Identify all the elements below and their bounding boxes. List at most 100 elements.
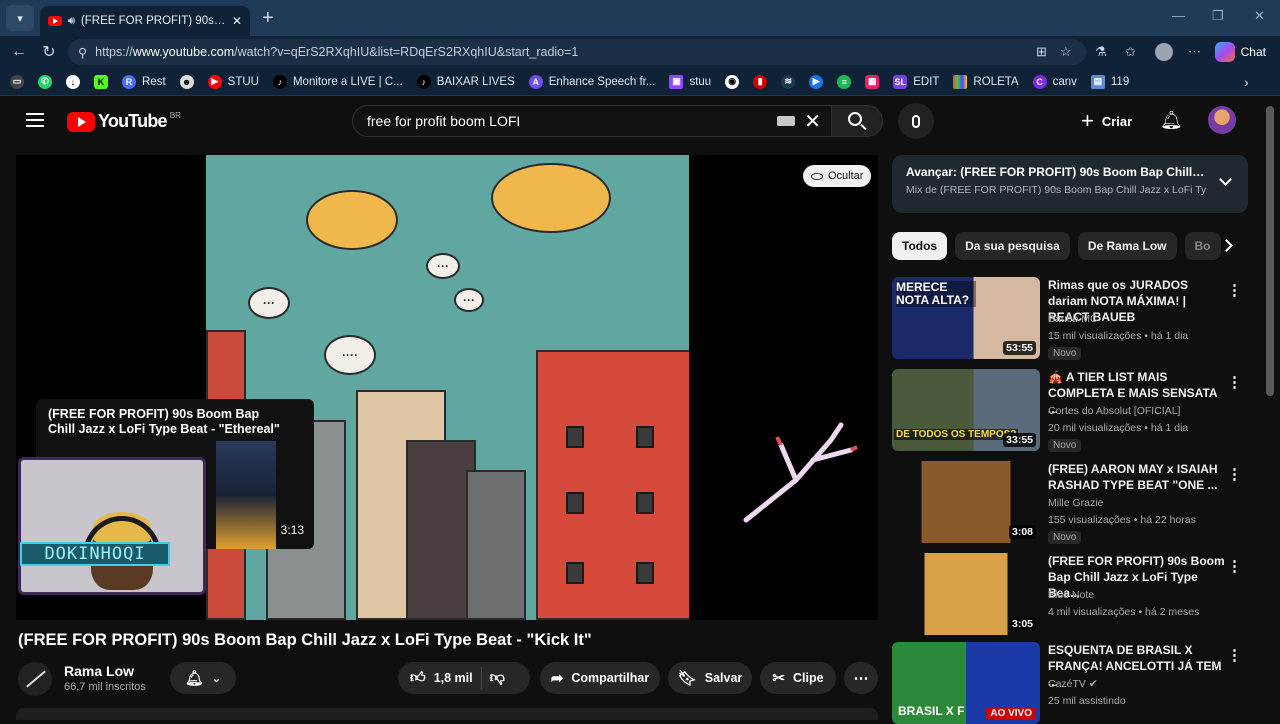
youtube-logo-icon — [67, 111, 95, 132]
rec-channel: Baueb MC — [1048, 313, 1098, 325]
voice-search-button[interactable] — [898, 103, 934, 139]
chip-da-sua-pesquisa[interactable]: Da sua pesquisa — [955, 232, 1070, 260]
favorite-star-icon[interactable]: ☆ — [1060, 44, 1072, 60]
bookmark-enhance-speech[interactable]: A Enhance Speech fr... — [528, 74, 655, 89]
bell-icon: 🔔︎ — [184, 670, 204, 687]
rec-meta: 4 mil visualizações • há 2 meses — [1048, 606, 1200, 618]
share-icon: ➦ — [550, 670, 564, 687]
more-vertical-icon[interactable]: ⋮ — [1227, 465, 1242, 483]
discord-icon[interactable]: ☻ — [179, 74, 194, 89]
bookmark-roleta[interactable]: ROLETA — [953, 74, 1019, 89]
extensions-icon[interactable]: ⚗ — [1095, 44, 1107, 60]
user-avatar[interactable] — [1208, 106, 1236, 134]
browser-tab-active[interactable]: 🔊︎ (FREE FOR PROFIT) 90s Boom Bap ✕ — [40, 6, 250, 36]
tiktok-downloader-icon[interactable]: ↓ — [66, 74, 80, 89]
studio-icon[interactable]: ▦ — [865, 74, 880, 89]
recommendation-item[interactable]: DE TODOS OS TEMPOS? 33:55 🎪 A TIER LIST … — [892, 369, 1252, 452]
chip-de-rama-low[interactable]: De Rama Low — [1077, 232, 1177, 260]
search-input[interactable]: free for profit boom LOFI ✕ — [352, 105, 832, 137]
thumbnail-caption: BRASIL X F — [898, 704, 965, 718]
share-button[interactable]: ➦ Compartilhar — [540, 662, 660, 694]
notifications-bell-icon[interactable]: 🔔︎ — [1160, 110, 1183, 131]
tab-actions-menu[interactable]: ▾ — [6, 5, 34, 31]
red-bookmark-icon[interactable]: ▮ — [753, 74, 768, 89]
close-window-button[interactable]: ✕ — [1254, 8, 1265, 24]
bookmark-rest[interactable]: R Rest — [122, 74, 166, 89]
more-vertical-icon[interactable]: ⋮ — [1227, 373, 1242, 391]
kick-icon[interactable]: K — [94, 74, 108, 89]
wave-icon[interactable]: ≋ — [781, 74, 796, 89]
obs-icon[interactable]: ◉ — [725, 74, 740, 89]
menu-icon[interactable] — [26, 113, 44, 131]
reload-icon[interactable]: ↻ — [34, 42, 64, 62]
subscription-bell-button[interactable]: 🔔︎ ⌄ — [170, 662, 236, 694]
spotify-icon[interactable]: ≡ — [837, 74, 852, 89]
eye-off-icon — [811, 172, 823, 180]
recommendation-item[interactable]: MERECE NOTA ALTA? 53:55 Rimas que os JUR… — [892, 277, 1252, 360]
whatsapp-icon[interactable]: ✆ — [38, 74, 52, 89]
bookmark-edit[interactable]: SL EDIT — [893, 74, 940, 89]
save-button[interactable]: 🔖︎ Salvar — [668, 662, 752, 694]
page-scrollbar[interactable] — [1266, 106, 1274, 396]
search-button[interactable] — [831, 105, 883, 137]
like-count[interactable]: 1,8 mil — [434, 671, 473, 685]
chip-todos[interactable]: Todos — [892, 232, 948, 260]
tiktok-icon: ♪ — [416, 74, 431, 89]
address-bar[interactable]: ⚲ https://www.youtube.com/watch?v=qErS2R… — [68, 39, 1086, 65]
bookmark-label: Monitore a LIVE | C... — [292, 75, 403, 88]
rec-thumbnail: 3:05 — [892, 553, 1040, 635]
chip-overflow[interactable]: Bo — [1184, 232, 1221, 260]
playlist-up-next-panel[interactable]: Avançar: (FREE FOR PROFIT) 90s Boom Bap … — [892, 155, 1248, 213]
profile-avatar[interactable] — [1155, 43, 1173, 61]
url-domain: www.youtube.com — [132, 45, 235, 59]
site-info-icon[interactable]: ⚲ — [78, 45, 87, 60]
bookmark-baixar-lives[interactable]: ♪ BAIXAR LIVES — [416, 74, 515, 89]
clear-search-icon[interactable]: ✕ — [804, 109, 821, 134]
recommendation-item[interactable]: 3:05 (FREE FOR PROFIT) 90s Boom Bap Chil… — [892, 553, 1252, 635]
channel-name[interactable]: Rama Low — [64, 663, 134, 679]
minimize-button[interactable]: — — [1172, 8, 1185, 23]
more-menu-icon[interactable]: ⋯ — [1188, 44, 1201, 60]
bookmark-canv[interactable]: Ccanv — [1032, 74, 1077, 89]
app-available-icon[interactable]: ⊞ — [1036, 44, 1047, 60]
keyboard-icon[interactable] — [777, 116, 795, 126]
chevron-down-icon[interactable] — [1219, 173, 1232, 186]
dislike-icon[interactable]: 👎︎ — [490, 669, 505, 687]
bookmark-stuu-twitch[interactable]: ▣ stuu — [669, 74, 711, 89]
hide-overlay-button[interactable]: Ocultar — [803, 165, 872, 187]
bookmarks-overflow-icon[interactable]: › — [1244, 74, 1249, 90]
video-title: (FREE FOR PROFIT) 90s Boom Bap Chill Jaz… — [18, 631, 592, 649]
copilot-chat-button[interactable]: Chat — [1214, 42, 1266, 62]
like-icon[interactable]: 👍︎ — [410, 669, 426, 687]
favorites-icon[interactable]: ✩ — [1125, 44, 1136, 60]
more-actions-button[interactable]: ⋯ — [844, 662, 878, 694]
channel-avatar[interactable] — [18, 662, 52, 696]
speaker-icon[interactable]: 🔊︎ — [68, 15, 75, 28]
youtube-logo[interactable]: YouTube BR — [67, 111, 181, 132]
cloud-shape — [306, 190, 398, 250]
bookmark-sidebar-icon[interactable]: ▭ — [10, 74, 24, 89]
clip-button[interactable]: ✂ Clipe — [760, 662, 836, 694]
bookmark-label: EDIT — [913, 75, 940, 88]
url-prefix: https:// — [95, 45, 133, 59]
new-tab-button[interactable]: + — [262, 7, 274, 30]
play-icon[interactable]: ▶ — [809, 74, 824, 89]
close-tab-icon[interactable]: ✕ — [232, 14, 242, 28]
more-vertical-icon[interactable]: ⋮ — [1227, 646, 1242, 664]
create-button[interactable]: + Criar — [1073, 104, 1140, 138]
bookmark-119[interactable]: ▤ 119 — [1090, 74, 1129, 89]
maximize-button[interactable]: ❐ — [1212, 8, 1224, 24]
back-arrow-icon[interactable]: ← — [4, 43, 34, 61]
rec-meta: 25 mil assistindo — [1048, 695, 1126, 707]
hide-label: Ocultar — [828, 170, 864, 182]
description-box[interactable] — [16, 708, 878, 720]
speech-bubble: ···· — [324, 335, 376, 375]
more-horizontal-icon: ⋯ — [853, 670, 869, 687]
bookmark-stuu-youtube[interactable]: ▶ STUU — [207, 74, 259, 89]
speech-bubble: ··· — [426, 253, 460, 279]
recommendation-item[interactable]: BRASIL X F AO VIVO ESQUENTA DE BRASIL X … — [892, 642, 1252, 724]
recommendation-item[interactable]: 3:08 (FREE) AARON MAY x ISAIAH RASHAD TY… — [892, 461, 1252, 544]
more-vertical-icon[interactable]: ⋮ — [1227, 557, 1242, 575]
bookmark-monitore-live[interactable]: ♪ Monitore a LIVE | C... — [272, 74, 403, 89]
more-vertical-icon[interactable]: ⋮ — [1227, 281, 1242, 299]
